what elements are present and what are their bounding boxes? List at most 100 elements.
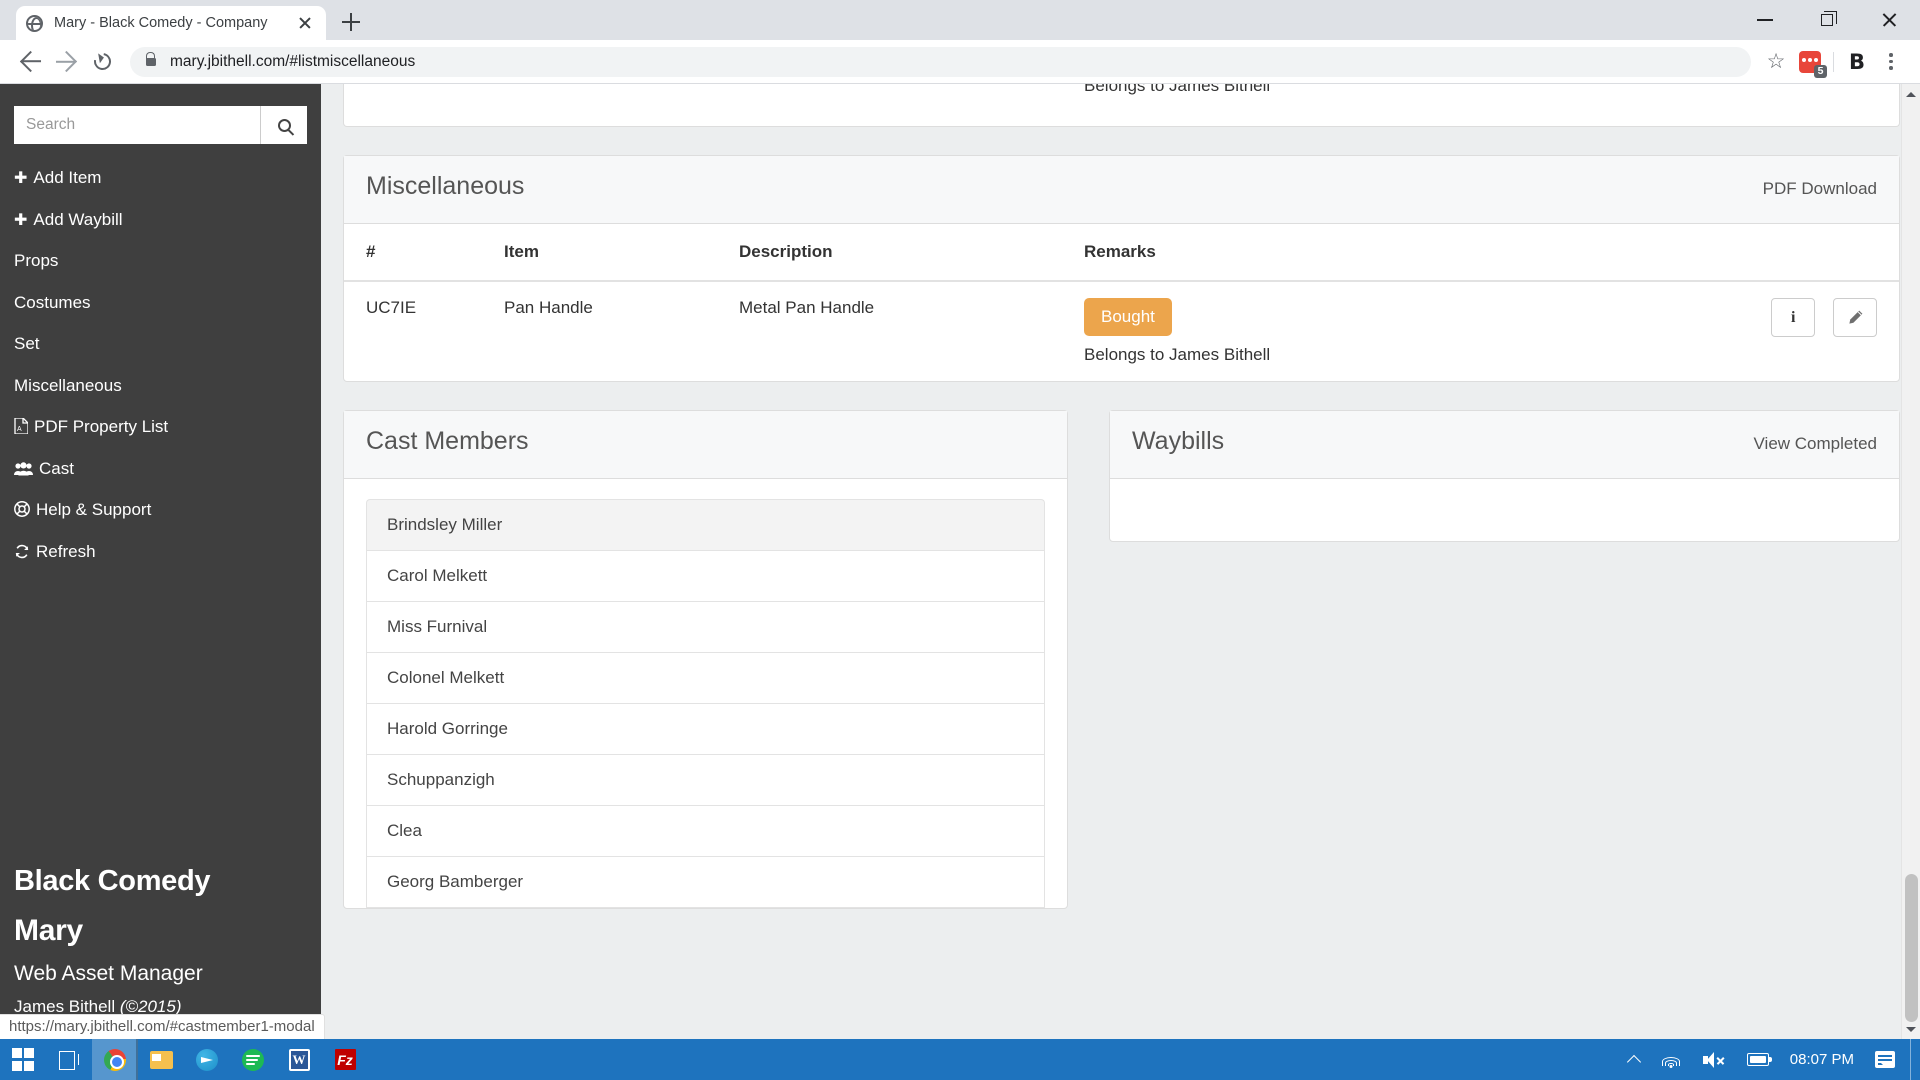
forward-button[interactable] [48,44,84,80]
sidebar-item-add-item[interactable]: ✚Add Item [14,157,307,199]
page-viewport: ✚Add Item ✚ Add Waybill Props Costumes Se… [0,84,1920,1039]
list-item[interactable]: Miss Furnival [366,601,1045,652]
list-item[interactable]: Harold Gorringe [366,703,1045,754]
windows-taskbar: W Fz 08:07 PM [0,1039,1920,1080]
chrome-taskbar-button[interactable] [92,1039,138,1080]
show-desktop-button[interactable] [1910,1039,1916,1080]
plus-icon: ✚ [14,211,27,229]
sidebar-item-label: Costumes [14,293,91,312]
search-input[interactable] [14,106,261,144]
word-taskbar-button[interactable]: W [276,1039,322,1080]
view-completed-link[interactable]: View Completed [1754,434,1877,454]
chevron-up-icon [1906,87,1916,97]
show-title: Black Comedy [14,865,307,898]
lock-icon [146,58,156,66]
svg-text:A: A [17,426,22,433]
maximize-button[interactable] [1796,0,1858,40]
sidebar-item-label: Add Waybill [33,210,122,229]
spotify-taskbar-button[interactable] [230,1039,276,1080]
life-ring-icon [14,500,30,520]
volume-button[interactable] [1692,1039,1736,1080]
task-view-icon [59,1051,79,1068]
address-bar[interactable]: mary.jbithell.com/#listmiscellaneous [130,47,1751,77]
sidebar-item-pdf-property-list[interactable]: A PDF Property List [14,406,307,448]
row-remarks: Bought Belongs to James Bithell [1074,281,1551,381]
pdf-download-link[interactable]: PDF Download [1763,179,1877,199]
miscellaneous-panel: Miscellaneous PDF Download # Item Descri… [343,155,1900,382]
table-row: UC7IE Pan Handle Metal Pan Handle Bought… [344,281,1899,381]
extension-button[interactable]: 5 [1793,45,1827,79]
back-button[interactable] [12,44,48,80]
browser-tab[interactable]: Mary - Black Comedy - Company [16,6,326,40]
lower-panels: Cast Members Brindsley Miller Carol Melk… [343,410,1900,909]
scroll-down-button[interactable] [1902,1021,1920,1039]
app-name: Mary [14,914,307,948]
sidebar-item-set[interactable]: Set [14,323,307,365]
clock[interactable]: 08:07 PM [1780,1051,1864,1068]
close-icon[interactable] [294,12,316,34]
reload-button[interactable] [84,44,120,80]
notifications-button[interactable] [1864,1039,1906,1080]
scrollbar-thumb[interactable] [1905,874,1918,1022]
search-icon [278,119,291,132]
row-description: Metal Pan Handle [729,281,1074,381]
cast-list: Brindsley Miller Carol Melkett Miss Furn… [344,479,1067,908]
file-explorer-taskbar-button[interactable] [138,1039,184,1080]
list-item[interactable]: Brindsley Miller [366,499,1045,550]
list-item[interactable]: Clea [366,805,1045,856]
page-title: Miscellaneous [366,172,524,201]
column-header-remarks: Remarks [1074,224,1551,281]
telegram-taskbar-button[interactable] [184,1039,230,1080]
extension-icon: 5 [1799,51,1821,73]
profile-button[interactable]: B [1840,45,1874,79]
start-button[interactable] [0,1039,46,1080]
list-item[interactable]: Colonel Melkett [366,652,1045,703]
sidebar-item-miscellaneous[interactable]: Miscellaneous [14,365,307,407]
edit-button[interactable] [1833,298,1877,337]
list-item[interactable]: Schuppanzigh [366,754,1045,805]
sidebar-item-label: Props [14,251,58,270]
cast-members-panel: Cast Members Brindsley Miller Carol Melk… [343,410,1068,909]
info-button[interactable]: i [1771,298,1815,337]
network-button[interactable] [1650,1039,1692,1080]
waybills-list [1110,479,1899,541]
browser-window: Mary - Black Comedy - Company mary.jbith… [0,0,1920,1080]
plus-icon: ✚ [14,169,27,187]
cast-panel-header: Cast Members [344,411,1067,479]
info-icon: i [1791,309,1795,327]
filezilla-taskbar-button[interactable]: Fz [322,1039,368,1080]
waybills-panel-title: Waybills [1132,427,1224,456]
sidebar-item-add-waybill[interactable]: ✚ Add Waybill [14,199,307,241]
scroll-up-button[interactable] [1902,84,1920,102]
search-button[interactable] [261,106,307,144]
sidebar-item-cast[interactable]: Cast [14,448,307,490]
sidebar-item-refresh[interactable]: Refresh [14,531,307,573]
sidebar-item-props[interactable]: Props [14,240,307,282]
pdf-file-icon: A [14,417,28,437]
sidebar-item-costumes[interactable]: Costumes [14,282,307,324]
row-description: Bedroom Carpet [729,84,1074,112]
close-window-button[interactable] [1858,0,1920,40]
table-body: UC7IE Pan Handle Metal Pan Handle Bought… [344,281,1899,381]
minimize-button[interactable] [1734,0,1796,40]
word-icon: W [289,1049,310,1071]
list-item[interactable]: Carol Melkett [366,550,1045,601]
spotify-icon [242,1049,264,1071]
list-item[interactable]: Georg Bamberger [366,856,1045,908]
task-view-button[interactable] [46,1039,92,1080]
miscellaneous-table: # Item Description Remarks UC7IE Pan Han… [344,224,1899,381]
page-scrollbar[interactable] [1901,84,1920,1039]
battery-button[interactable] [1736,1039,1780,1080]
row-belongs: Belongs to James Bithell [1084,345,1541,365]
sidebar-item-help-support[interactable]: Help & Support [14,489,307,531]
battery-icon [1747,1053,1769,1066]
top-table-panel: JXNMH Carpet Bedroom Carpet Loaned Belon… [343,84,1900,127]
bookmark-button[interactable]: ☆ [1759,45,1793,79]
miscellaneous-panel-header: Miscellaneous PDF Download [344,156,1899,224]
top-table: JXNMH Carpet Bedroom Carpet Loaned Belon… [344,84,1899,112]
new-tab-button[interactable] [334,5,368,39]
column-header-description: Description [729,224,1074,281]
chevron-up-icon [1627,1054,1641,1068]
show-hidden-icons-button[interactable] [1618,1039,1650,1080]
chrome-menu-button[interactable] [1874,45,1908,79]
